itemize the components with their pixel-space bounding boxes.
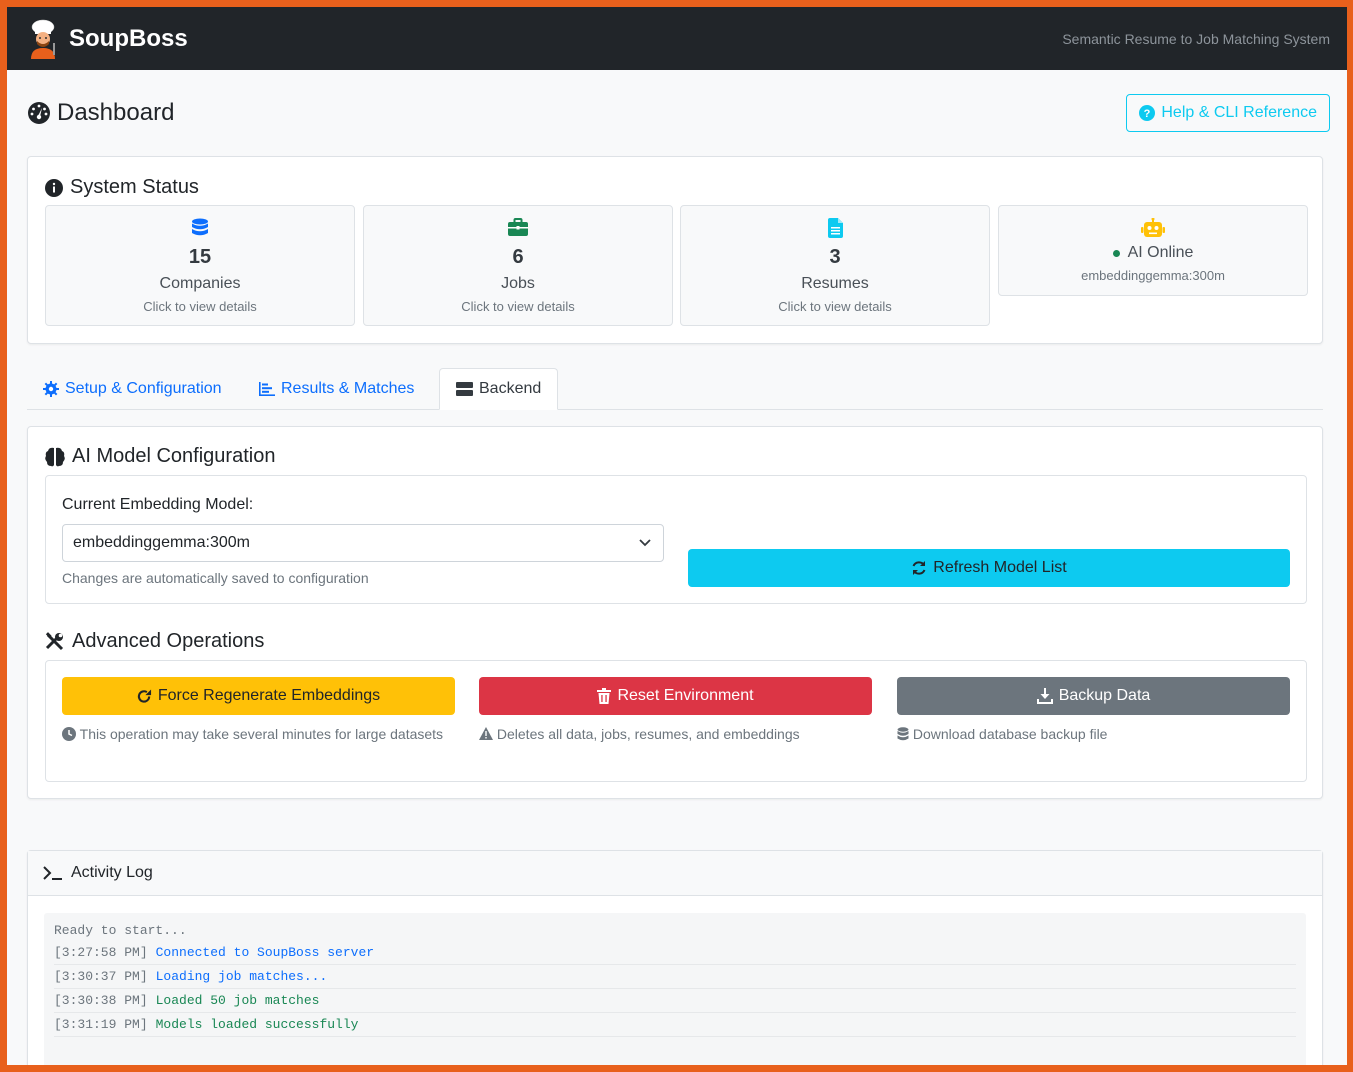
backup-note: Download database backup file — [897, 724, 1290, 745]
log-entry: [3:30:37 PM] Loading job matches... — [54, 965, 1296, 989]
brand-name: SoupBoss — [69, 24, 188, 52]
page-header: Dashboard ? Help & CLI Reference — [27, 94, 1330, 132]
chevron-down-icon — [639, 539, 651, 547]
question-circle-icon: ? — [1139, 105, 1156, 121]
current-model-label: Current Embedding Model: — [62, 496, 254, 513]
log-ready-line: Ready to start... — [54, 923, 187, 938]
navbar: SoupBoss Semantic Resume to Job Matching… — [7, 7, 1347, 70]
bar-chart-icon — [259, 382, 275, 396]
server-icon — [456, 382, 473, 396]
clock-icon — [62, 727, 76, 741]
backend-panel: AI Model Configuration Current Embedding… — [27, 426, 1323, 799]
refresh-model-list-button[interactable]: Refresh Model List — [688, 549, 1290, 587]
tagline: Semantic Resume to Job Matching System — [1062, 30, 1330, 47]
redo-icon — [137, 688, 151, 703]
selected-model-value: embeddinggemma:300m — [73, 534, 250, 551]
system-status-title: System Status — [45, 176, 199, 199]
page-title: Dashboard — [27, 99, 174, 127]
companies-sub: Click to view details — [143, 299, 257, 314]
dashboard-gauge-icon — [28, 102, 50, 124]
robot-icon — [1141, 218, 1165, 237]
database-icon — [192, 218, 208, 236]
refresh-icon — [912, 561, 926, 575]
ai-model-config-title: AI Model Configuration — [45, 445, 275, 468]
embedding-model-select[interactable]: embeddinggemma:300m — [62, 524, 664, 562]
tab-setup-configuration[interactable]: Setup & Configuration — [27, 368, 238, 410]
regen-note: This operation may take several minutes … — [62, 724, 455, 745]
advanced-operations-box: Force Regenerate Embeddings This operati… — [45, 660, 1307, 782]
help-cli-reference-button[interactable]: ? Help & CLI Reference — [1126, 94, 1330, 132]
reset-note: Deletes all data, jobs, resumes, and emb… — [479, 724, 872, 745]
tab-results-matches[interactable]: Results & Matches — [243, 368, 430, 410]
autosave-hint: Changes are automatically saved to confi… — [62, 570, 369, 586]
brand[interactable]: SoupBoss — [25, 19, 188, 59]
activity-log-output[interactable]: Ready to start... [3:27:58 PM] Connected… — [44, 913, 1306, 1065]
page-title-text: Dashboard — [57, 99, 175, 126]
resumes-label: Resumes — [801, 275, 869, 292]
backup-data-button[interactable]: Backup Data — [897, 677, 1290, 715]
advanced-operations-title: Advanced Operations — [45, 630, 264, 653]
log-entry: [3:30:38 PM] Loaded 50 job matches — [54, 989, 1296, 1013]
svg-text:?: ? — [1144, 108, 1151, 120]
help-label: Help & CLI Reference — [1161, 104, 1317, 121]
terminal-icon — [43, 866, 62, 880]
trash-icon — [597, 688, 612, 704]
companies-stat-card[interactable]: 15 Companies Click to view details — [45, 205, 355, 326]
main-tabs: Setup & Configuration Results & Matches … — [27, 368, 1323, 410]
resumes-stat-card[interactable]: 3 Resumes Click to view details — [680, 205, 990, 326]
jobs-label: Jobs — [501, 275, 535, 292]
model-config-box: Current Embedding Model: embeddinggemma:… — [45, 475, 1307, 604]
brain-icon — [45, 447, 65, 466]
info-circle-icon — [45, 178, 63, 197]
activity-log-card: Activity Log Ready to start... [3:27:58 … — [27, 850, 1323, 1065]
system-status-card: System Status 15 Companies Click to view… — [27, 156, 1323, 344]
app-window: SoupBoss Semantic Resume to Job Matching… — [7, 7, 1347, 1065]
tools-icon — [45, 631, 64, 650]
status-dot-icon — [1112, 249, 1120, 257]
database-small-icon — [897, 727, 909, 741]
activity-log-header: Activity Log — [28, 851, 1322, 896]
resumes-sub: Click to view details — [778, 299, 892, 314]
chef-logo-icon — [31, 19, 55, 59]
gear-icon — [43, 381, 59, 397]
resumes-count: 3 — [829, 246, 841, 268]
jobs-sub: Click to view details — [461, 299, 575, 314]
jobs-count: 6 — [512, 246, 524, 268]
log-entry: [3:31:19 PM] Models loaded successfully — [54, 1013, 1296, 1037]
ai-online-status: AI Online — [999, 244, 1307, 262]
ai-model-name: embeddinggemma:300m — [1081, 268, 1225, 283]
force-regenerate-embeddings-button[interactable]: Force Regenerate Embeddings — [62, 677, 455, 715]
jobs-stat-card[interactable]: 6 Jobs Click to view details — [363, 205, 673, 326]
warning-triangle-icon — [479, 727, 493, 740]
briefcase-icon — [508, 218, 528, 236]
tab-backend[interactable]: Backend — [439, 368, 559, 410]
companies-label: Companies — [159, 275, 241, 292]
ai-status-card: AI Online embeddinggemma:300m — [998, 205, 1308, 296]
file-text-icon — [827, 218, 843, 238]
companies-count: 15 — [188, 246, 212, 268]
download-icon — [1036, 688, 1053, 704]
reset-environment-button[interactable]: Reset Environment — [479, 677, 872, 715]
log-entry: [3:27:58 PM] Connected to SoupBoss serve… — [54, 941, 1296, 965]
